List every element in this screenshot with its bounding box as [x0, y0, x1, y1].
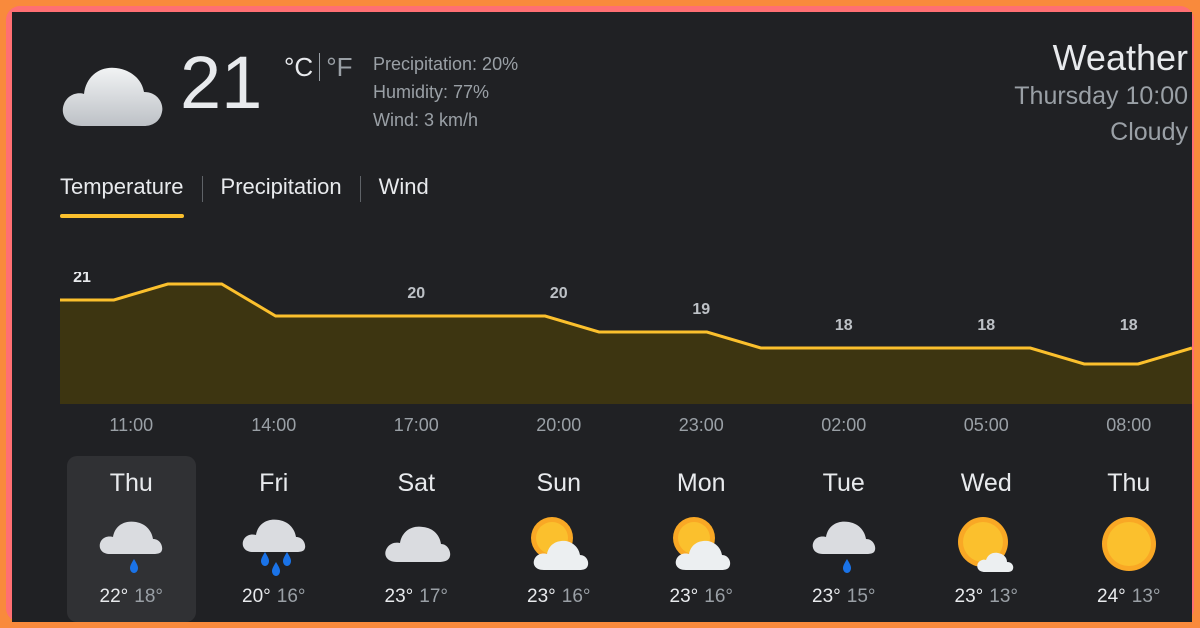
low-temperature: 13°	[1131, 586, 1161, 607]
fahrenheit-unit[interactable]: °F	[326, 52, 352, 82]
current-details: Precipitation: 20% Humidity: 77% Wind: 3…	[373, 50, 518, 134]
wind-detail: Wind: 3 km/h	[373, 110, 479, 130]
low-temperature: 16°	[561, 586, 591, 607]
day-temperatures: 23° 13°	[922, 586, 1051, 608]
high-temperature: 23°	[527, 586, 556, 607]
tab-wind[interactable]: Wind	[379, 174, 429, 218]
high-temperature: 24°	[1097, 586, 1126, 607]
tab-separator	[201, 176, 203, 202]
hour-label: 08:00	[1106, 415, 1152, 435]
day-temperatures: 23° 17°	[352, 586, 481, 608]
day-name: Thu	[109, 469, 153, 497]
day-forecast-wed[interactable]: Wed 23° 13°	[922, 456, 1051, 622]
unit-separator	[319, 53, 321, 81]
low-temperature: 13°	[989, 586, 1018, 607]
high-temperature: 23°	[384, 586, 414, 607]
day-name: Thu	[1107, 469, 1151, 497]
day-name: Wed	[960, 469, 1012, 497]
day-forecast-tue[interactable]: Tue 23° 15°	[779, 456, 908, 622]
day-forecast-sun[interactable]: Sun 23° 16°	[494, 456, 623, 622]
day-name: Tue	[822, 469, 865, 497]
high-temperature: 23°	[812, 586, 841, 607]
day-temperatures: 23° 16°	[494, 586, 623, 608]
day-forecast-sat[interactable]: Sat 23° 17°	[352, 456, 481, 622]
temperature-label: 21	[73, 272, 91, 286]
heavy-rain-cloud-icon	[242, 519, 305, 576]
day-name: Mon	[676, 469, 726, 497]
temperature-label: 19	[692, 301, 710, 318]
daily-forecast: Thu 22° 18° Fri 20° 16° Sat 23° 17° Sun 23° 16° Mon 2…	[60, 456, 1192, 622]
tab-bar: Temperature Precipitation Wind	[60, 174, 429, 224]
hour-label: 20:00	[536, 415, 582, 435]
day-forecast-mon[interactable]: Mon 23° 16°	[637, 456, 766, 622]
high-temperature: 20°	[242, 586, 271, 607]
sun-icon	[1101, 517, 1156, 571]
current-temperature: 21	[180, 41, 263, 124]
temperature-chart: 2122202019181818	[60, 272, 1192, 404]
weather-title: Weather	[1052, 37, 1188, 78]
hour-label: 05:00	[963, 415, 1009, 435]
tab-temperature[interactable]: Temperature	[60, 174, 184, 218]
high-temperature: 23°	[669, 586, 699, 607]
day-name: Sat	[397, 469, 436, 497]
cloud-icon	[385, 526, 451, 562]
tab-precipitation[interactable]: Precipitation	[221, 174, 342, 218]
day-name: Sun	[536, 469, 581, 497]
temperature-label: 18	[835, 317, 853, 334]
high-temperature: 22°	[99, 586, 129, 607]
rain-cloud-icon	[99, 521, 163, 573]
hour-label: 02:00	[821, 415, 867, 435]
hour-label: 23:00	[678, 415, 724, 435]
low-temperature: 18°	[134, 586, 163, 607]
day-name: Fri	[259, 469, 289, 497]
hour-label: 14:00	[251, 415, 297, 435]
day-forecast-fri[interactable]: Fri 20° 16°	[209, 456, 338, 622]
temperature-label: 18	[977, 317, 995, 334]
temperature-label: 18	[1120, 317, 1138, 334]
partly-cloudy-icon	[530, 517, 588, 570]
day-forecast-thu[interactable]: Thu 24° 13°	[1064, 456, 1192, 622]
hour-label: 17:00	[393, 415, 439, 435]
low-temperature: 16°	[704, 586, 733, 607]
rain-cloud-icon	[812, 521, 875, 573]
precipitation-detail: Precipitation: 20%	[373, 54, 519, 74]
day-forecast-thu[interactable]: Thu 22° 18°	[66, 456, 196, 622]
weather-datetime: Thursday 10:00	[1014, 82, 1188, 110]
tab-separator	[359, 176, 361, 202]
day-temperatures: 24° 13°	[1064, 586, 1192, 608]
day-temperatures: 20° 16°	[209, 586, 338, 608]
hour-axis: 11:00 14:00 17:00 20:00 23:00 02:00 05:00 08:00	[60, 412, 1192, 442]
low-temperature: 17°	[419, 586, 448, 607]
day-temperatures: 22° 18°	[67, 586, 196, 608]
hour-label: 11:00	[109, 415, 154, 435]
temperature-area	[60, 284, 1192, 404]
cloud-icon	[62, 67, 163, 126]
day-temperatures: 23° 16°	[637, 586, 766, 608]
humidity-detail: Humidity: 77%	[373, 82, 490, 102]
low-temperature: 16°	[276, 586, 306, 607]
day-temperatures: 23° 15°	[779, 586, 908, 608]
partly-cloudy-icon	[673, 517, 731, 570]
celsius-unit[interactable]: °C	[284, 52, 313, 82]
weather-widget: 21 °C °F Precipitation: 20% Humidity: 77%…	[12, 12, 1192, 622]
weather-header: Weather Thursday 10:00 Cloudy	[1014, 38, 1188, 150]
high-temperature: 23°	[954, 586, 984, 607]
mostly-sunny-icon	[958, 517, 1014, 572]
temperature-label: 20	[550, 285, 568, 302]
low-temperature: 15°	[846, 586, 876, 607]
weather-condition: Cloudy	[1110, 118, 1188, 146]
unit-toggle: °C °F	[284, 52, 352, 83]
temperature-label: 20	[407, 285, 425, 302]
